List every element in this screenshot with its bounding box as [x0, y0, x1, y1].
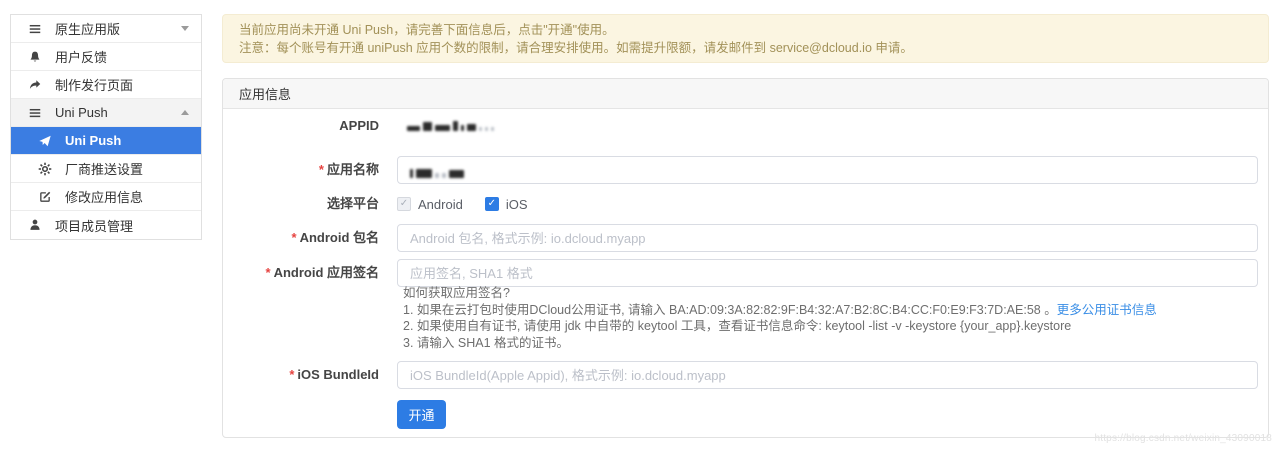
sidebar-item-unipush-group[interactable]: Uni Push [11, 99, 201, 127]
chevron-up-icon [181, 106, 189, 115]
sidebar-item-label: 原生应用版 [55, 19, 120, 38]
sidebar-item-label: 制作发行页面 [55, 75, 133, 94]
menu-icon [27, 105, 43, 121]
person-icon [27, 217, 43, 233]
ios-checkbox-label: iOS [506, 197, 528, 212]
signature-help-line-3: 3. 请输入 SHA1 格式的证书。 [403, 335, 1157, 352]
platform-label: 选择平台 [223, 194, 379, 214]
gear-icon [37, 161, 53, 177]
signature-help-title: 如何获取应用签名? [403, 285, 1157, 302]
ios-bundleid-label: *iOS BundleId [223, 361, 379, 389]
sidebar-item-user-feedback[interactable]: 用户反馈 [11, 43, 201, 71]
sidebar-item-label: 项目成员管理 [55, 216, 133, 235]
app-name-input[interactable] [397, 156, 1258, 184]
warning-banner: 当前应用尚未开通 Uni Push，请完善下面信息后，点击"开通"使用。 注意：… [222, 14, 1269, 63]
sidebar-item-label: 厂商推送设置 [65, 159, 143, 178]
warning-line-1: 当前应用尚未开通 Uni Push，请完善下面信息后，点击"开通"使用。 [239, 22, 1252, 40]
panel-title: 应用信息 [223, 79, 1268, 109]
chevron-down-icon [181, 26, 189, 35]
sidebar-item-label: 修改应用信息 [65, 187, 143, 206]
sidebar-item-publish-page[interactable]: 制作发行页面 [11, 71, 201, 99]
menu-icon [27, 21, 43, 37]
activate-button[interactable]: 开通 [397, 400, 446, 429]
sidebar: 原生应用版 用户反馈 制作发行页面 Uni Push Uni [10, 14, 202, 240]
paper-plane-icon [37, 133, 53, 149]
ios-checkbox[interactable] [485, 197, 499, 211]
android-checkbox-label: Android [418, 197, 463, 212]
page: 原生应用版 用户反馈 制作发行页面 Uni Push Uni [0, 0, 1280, 450]
android-signature-input[interactable] [397, 259, 1258, 287]
required-asterisk: * [319, 162, 324, 177]
more-certificates-link[interactable]: 更多公用证书信息 [1057, 303, 1157, 317]
appid-redacted-value [407, 118, 494, 136]
sidebar-item-native-app[interactable]: 原生应用版 [11, 15, 201, 43]
platform-options: Android iOS [397, 194, 549, 214]
sidebar-item-unipush[interactable]: Uni Push [11, 127, 201, 155]
sidebar-item-label: Uni Push [55, 105, 108, 120]
android-package-label: *Android 包名 [223, 224, 379, 252]
signature-help-line-2: 2. 如果使用自有证书, 请使用 jdk 中自带的 keytool 工具，查看证… [403, 318, 1157, 335]
android-package-input[interactable] [397, 224, 1258, 252]
sidebar-item-vendor-push-settings[interactable]: 厂商推送设置 [11, 155, 201, 183]
edit-icon [37, 189, 53, 205]
sidebar-item-edit-app-info[interactable]: 修改应用信息 [11, 183, 201, 211]
csdn-watermark: https://blog.csdn.net/weixin_43090018 [1094, 433, 1272, 444]
android-checkbox[interactable] [397, 197, 411, 211]
sidebar-item-label: Uni Push [65, 133, 121, 148]
sidebar-item-project-members[interactable]: 项目成员管理 [11, 211, 201, 239]
sidebar-item-label: 用户反馈 [55, 47, 107, 66]
ios-bundleid-input[interactable] [397, 361, 1258, 389]
app-name-label: *应用名称 [223, 156, 379, 184]
share-arrow-icon [27, 77, 43, 93]
app-info-panel: 应用信息 APPID *应用名称 选择平台 Android iOS [222, 78, 1269, 438]
android-signature-label: *Android 应用签名 [223, 259, 379, 287]
appid-label: APPID [223, 116, 379, 136]
bell-icon [27, 49, 43, 65]
warning-line-2: 注意：每个账号有开通 uniPush 应用个数的限制，请合理安排使用。如需提升限… [239, 40, 1252, 58]
signature-help: 如何获取应用签名? 1. 如果在云打包时使用DCloud公用证书, 请输入 BA… [403, 285, 1157, 351]
signature-help-line-1: 1. 如果在云打包时使用DCloud公用证书, 请输入 BA:AD:09:3A:… [403, 302, 1157, 319]
